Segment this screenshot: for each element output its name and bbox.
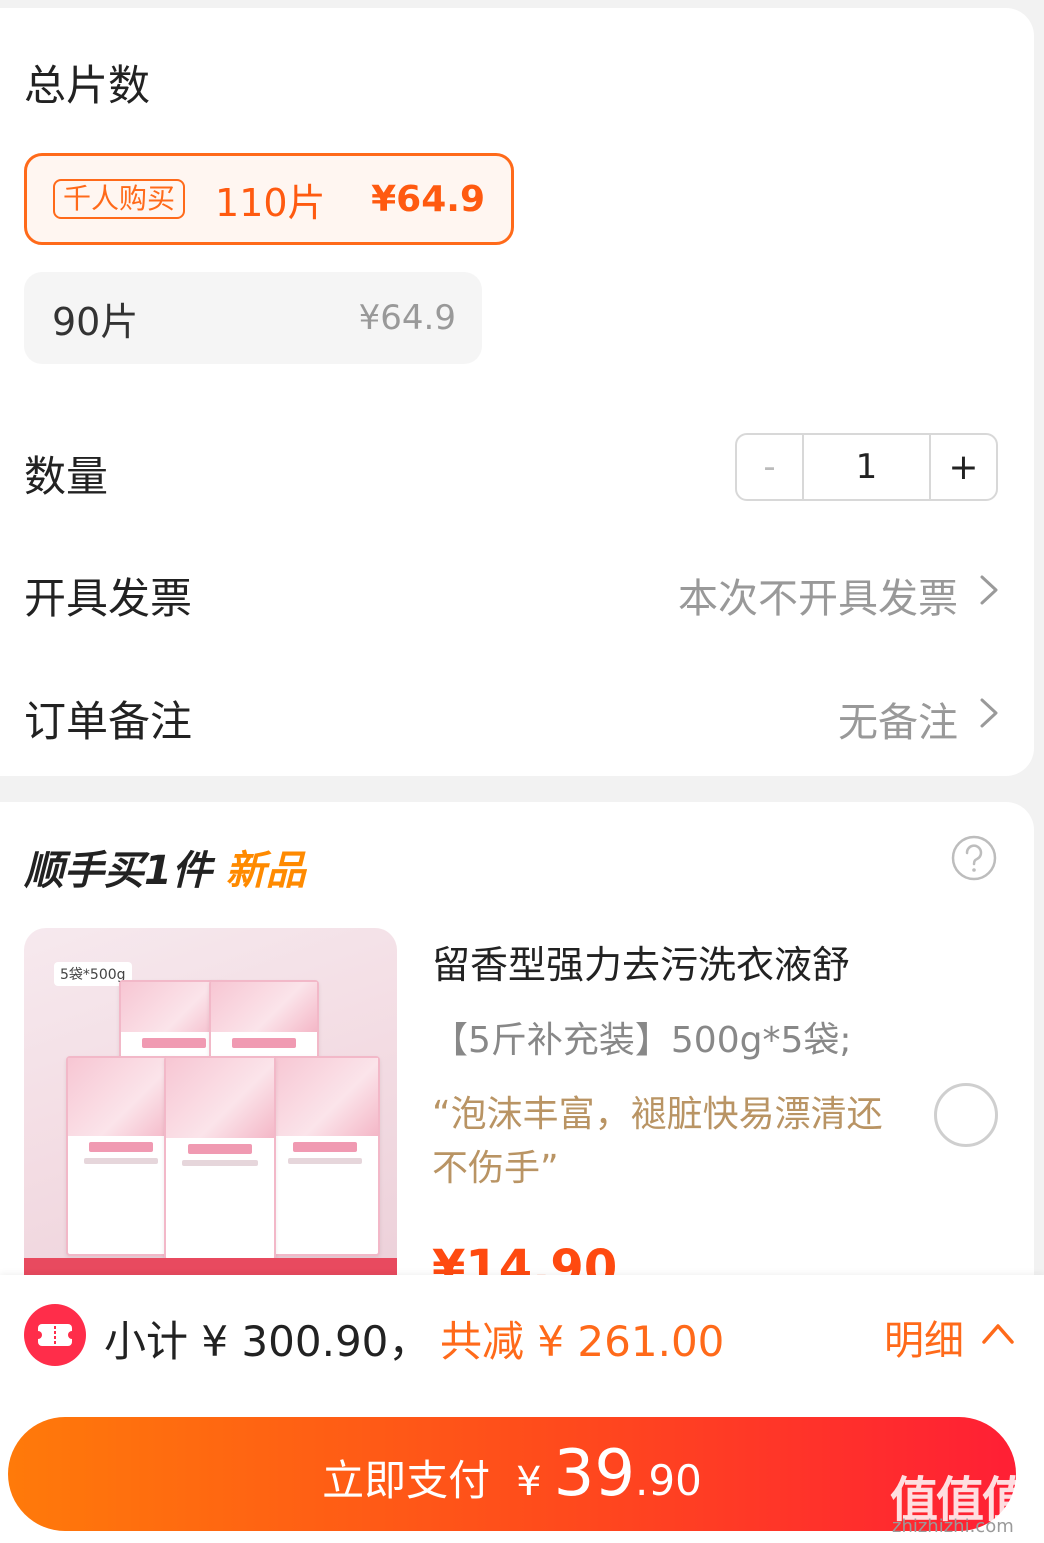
product-image[interactable]: 5袋*500g <box>24 928 397 1288</box>
addon-title-text: 顺手买1件 <box>24 848 212 894</box>
pay-label: 立即支付 <box>322 1456 491 1505</box>
pay-currency: ¥ <box>516 1459 542 1505</box>
spec-option-name: 90片 <box>52 299 139 344</box>
coupon-icon <box>24 1304 86 1366</box>
watermark-site: zhizhizhi.com <box>892 1516 1014 1537</box>
chevron-right-icon[interactable] <box>976 696 1002 730</box>
invoice-value[interactable]: 本次不开具发票 <box>678 566 958 624</box>
spec-option-price: ¥64.9 <box>358 298 456 338</box>
pay-amount-decimal: .90 <box>635 1456 702 1505</box>
discount-text: 共减 ¥ 261.00 <box>440 1317 725 1366</box>
select-addon-radio[interactable] <box>934 1083 998 1147</box>
increase-button[interactable]: + <box>929 435 996 499</box>
chevron-right-icon[interactable] <box>976 573 1002 607</box>
product-title[interactable]: 留香型强力去污洗衣液舒 <box>432 934 850 989</box>
addon-title: 顺手买1件 新品 <box>24 838 306 896</box>
spec-option-90[interactable]: 90片 ¥64.9 <box>24 272 482 364</box>
order-options-card <box>0 8 1034 776</box>
note-label: 订单备注 <box>24 697 193 746</box>
spec-option-price: ¥64.9 <box>371 178 485 220</box>
product-description: “泡沫丰富，褪脏快易漂清还不伤手” <box>432 1094 883 1189</box>
spec-section-title: 总片数 <box>24 61 151 110</box>
package-image <box>66 1056 176 1256</box>
invoice-label: 开具发票 <box>24 574 193 623</box>
package-image <box>270 1056 380 1256</box>
decrease-button[interactable]: - <box>737 435 804 499</box>
spec-option-name: 110片 <box>215 180 326 225</box>
quantity-stepper: - 1 + <box>735 433 998 501</box>
package-image <box>164 1056 276 1261</box>
chevron-up-icon[interactable] <box>980 1318 1016 1348</box>
detail-button[interactable]: 明细 <box>884 1308 964 1366</box>
note-value[interactable]: 无备注 <box>838 690 958 748</box>
subtotal-text: 小计 ¥ 300.90， <box>104 1317 431 1366</box>
pay-now-button[interactable]: 立即支付 ¥ 39 .90 <box>8 1417 1016 1531</box>
quantity-value[interactable]: 1 <box>804 435 929 499</box>
pay-amount-integer: 39 <box>553 1437 636 1511</box>
product-spec: 【5斤补充装】500g*5袋; <box>432 1020 852 1061</box>
quantity-label: 数量 <box>24 452 109 501</box>
popular-tag: 千人购买 <box>53 179 186 219</box>
spec-option-110[interactable]: 千人购买 110片 ¥64.9 <box>24 153 514 245</box>
new-badge: 新品 <box>225 848 306 894</box>
help-icon[interactable] <box>950 834 998 882</box>
